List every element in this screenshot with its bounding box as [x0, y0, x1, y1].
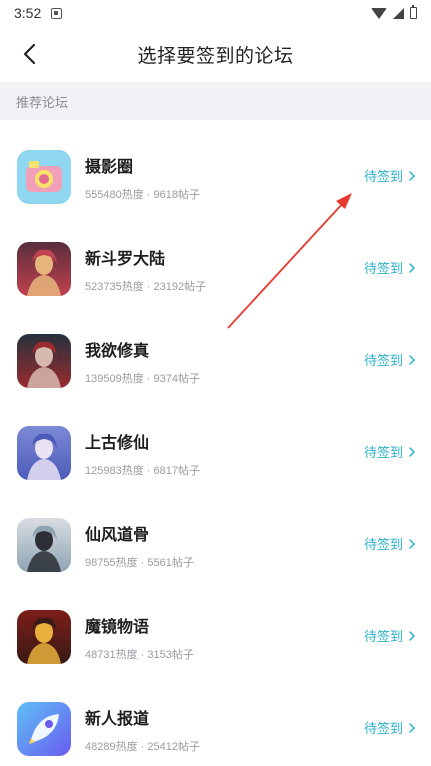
forum-posts: 9618帖子: [153, 188, 200, 201]
forum-name: 新人报道: [85, 708, 150, 728]
forum-item[interactable]: 摄影圈 555480热度 · 9618帖子 待签到: [0, 131, 431, 223]
status-icons: [371, 5, 417, 19]
section-header: 推荐论坛: [0, 82, 431, 120]
back-button[interactable]: [12, 36, 48, 72]
forum-heat: 48289热度: [85, 740, 138, 753]
forum-info: 上古修仙 125983热度 · 6817帖子: [85, 429, 200, 478]
chevron-right-icon: [409, 538, 415, 549]
checkin-label: 待签到: [363, 630, 403, 645]
forum-item[interactable]: 上古修仙 125983热度 · 6817帖子 待签到: [0, 407, 431, 499]
signal-icon: [393, 7, 404, 19]
forum-stats: 523735热度 · 23192帖子: [85, 278, 206, 294]
game-art-icon: [17, 334, 71, 388]
forum-posts: 6817帖子: [153, 464, 200, 477]
forum-name: 新斗罗大陆: [85, 248, 166, 268]
camera-icon: [17, 150, 71, 204]
forum-item[interactable]: 新人报道 48289热度 · 25412帖子 待签到: [0, 683, 431, 766]
forum-posts: 3153帖子: [147, 648, 194, 661]
forum-stats: 555480热度 · 9618帖子: [85, 186, 200, 202]
forum-heat: 125983热度: [85, 464, 144, 477]
chevron-right-icon: [409, 630, 415, 641]
forum-heat: 139509热度: [85, 372, 144, 385]
forum-name: 摄影圈: [85, 156, 134, 176]
forum-heat: 48731热度: [85, 648, 138, 661]
page-title: 选择要签到的论坛: [137, 44, 294, 67]
chevron-right-icon: [409, 354, 415, 365]
forum-item[interactable]: 新斗罗大陆 523735热度 · 23192帖子 待签到: [0, 223, 431, 315]
game-art-icon: [17, 426, 71, 480]
checkin-label: 待签到: [363, 538, 403, 553]
forum-info: 我欲修真 139509热度 · 9374帖子: [85, 337, 200, 386]
forum-stats: 139509热度 · 9374帖子: [85, 370, 200, 386]
forum-posts: 25412帖子: [147, 740, 200, 753]
checkin-button[interactable]: 待签到: [364, 718, 415, 737]
forum-stats: 125983热度 · 6817帖子: [85, 462, 200, 478]
checkin-button[interactable]: 待签到: [364, 350, 415, 369]
notification-icon: [51, 7, 63, 19]
forum-stats: 98755热度 · 5561帖子: [85, 554, 194, 570]
forum-heat: 98755热度: [85, 556, 138, 569]
game-art-icon: [17, 610, 71, 664]
chevron-right-icon: [409, 170, 415, 181]
forum-list: 摄影圈 555480热度 · 9618帖子 待签到 新斗罗大陆 523735热度 · …: [0, 120, 431, 766]
chevron-right-icon: [409, 262, 415, 273]
checkin-button[interactable]: 待签到: [364, 166, 415, 185]
forum-stats: 48289热度 · 25412帖子: [85, 738, 200, 754]
forum-posts: 23192帖子: [153, 280, 207, 293]
wifi-icon: [371, 7, 387, 19]
stats-separator: ·: [143, 188, 154, 201]
stats-separator: ·: [143, 280, 154, 293]
section-label: 推荐论坛: [16, 95, 69, 111]
checkin-button[interactable]: 待签到: [364, 442, 415, 461]
checkin-label: 待签到: [363, 722, 403, 737]
forum-name: 我欲修真: [85, 340, 150, 360]
forum-info: 新人报道 48289热度 · 25412帖子: [85, 705, 200, 754]
checkin-button[interactable]: 待签到: [364, 626, 415, 645]
battery-icon: [410, 5, 417, 19]
checkin-button[interactable]: 待签到: [364, 258, 415, 277]
checkin-label: 待签到: [363, 446, 403, 461]
chevron-right-icon: [409, 722, 415, 733]
game-art-icon: [17, 518, 71, 572]
forum-info: 摄影圈 555480热度 · 9618帖子: [85, 153, 200, 202]
forum-info: 魔镜物语 48731热度 · 3153帖子: [85, 613, 194, 662]
checkin-button[interactable]: 待签到: [364, 534, 415, 553]
forum-posts: 5561帖子: [147, 556, 194, 569]
stats-separator: ·: [143, 372, 154, 385]
back-arrow-icon: [23, 43, 36, 65]
chevron-right-icon: [409, 446, 415, 457]
forum-item[interactable]: 魔镜物语 48731热度 · 3153帖子 待签到: [0, 591, 431, 683]
forum-name: 魔镜物语: [85, 616, 150, 636]
stats-separator: ·: [137, 740, 148, 753]
status-bar: 3:52: [0, 0, 431, 26]
nav-bar: 选择要签到的论坛: [0, 26, 431, 82]
stats-separator: ·: [137, 556, 148, 569]
forum-stats: 48731热度 · 3153帖子: [85, 646, 194, 662]
status-time: 3:52: [14, 5, 42, 21]
forum-info: 仙风道骨 98755热度 · 5561帖子: [85, 521, 194, 570]
game-art-icon: [17, 242, 71, 296]
forum-name: 上古修仙: [85, 432, 150, 452]
rocket-icon: [17, 702, 71, 756]
forum-posts: 9374帖子: [153, 372, 200, 385]
forum-item[interactable]: 仙风道骨 98755热度 · 5561帖子 待签到: [0, 499, 431, 591]
forum-name: 仙风道骨: [85, 524, 150, 544]
checkin-label: 待签到: [363, 354, 403, 369]
forum-info: 新斗罗大陆 523735热度 · 23192帖子: [85, 245, 206, 294]
forum-item[interactable]: 我欲修真 139509热度 · 9374帖子 待签到: [0, 315, 431, 407]
forum-heat: 555480热度: [85, 188, 144, 201]
stats-separator: ·: [137, 648, 148, 661]
checkin-label: 待签到: [363, 170, 403, 185]
forum-heat: 523735热度: [85, 280, 144, 293]
checkin-label: 待签到: [363, 262, 403, 277]
stats-separator: ·: [143, 464, 154, 477]
